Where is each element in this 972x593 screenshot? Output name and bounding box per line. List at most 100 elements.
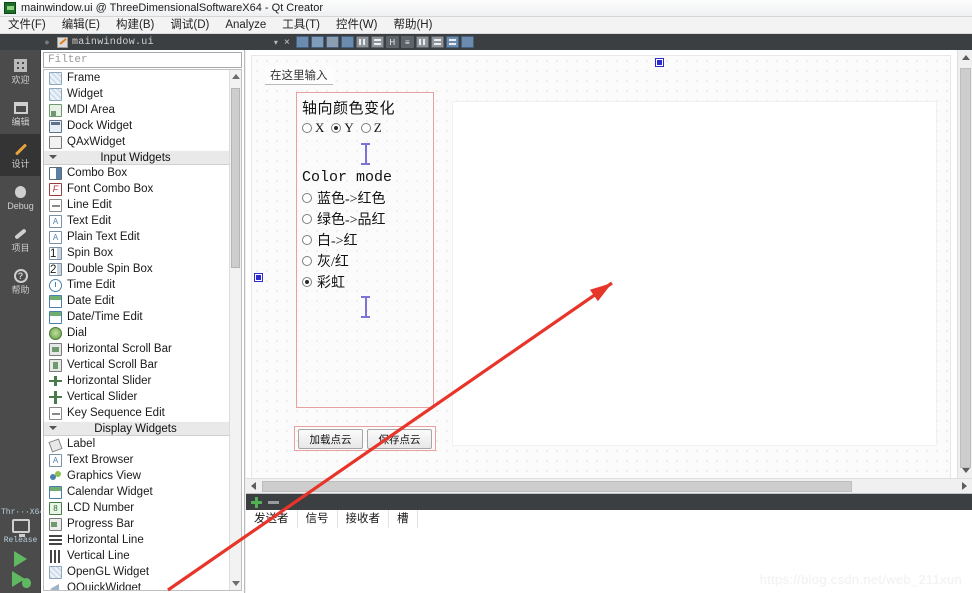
widget-item-mdi-area[interactable]: MDI Area xyxy=(44,102,241,118)
hscroll-right-arrow-icon[interactable] xyxy=(962,482,967,490)
widget-item-vertical-slider[interactable]: Vertical Slider xyxy=(44,389,241,405)
menu-build[interactable]: 构建(B) xyxy=(108,17,162,33)
mode-projects[interactable]: 项目 xyxy=(0,218,41,260)
mode-edit[interactable]: 编辑 xyxy=(0,92,41,134)
form-menubar-placeholder[interactable]: 在这里输入 xyxy=(265,66,333,85)
selection-handle-top[interactable] xyxy=(656,59,663,66)
widget-item-progress-bar[interactable]: Progress Bar xyxy=(44,516,241,532)
target-selector-icon[interactable] xyxy=(11,519,30,537)
axis-radio-y[interactable]: Y xyxy=(331,120,354,136)
menu-analyze[interactable]: Analyze xyxy=(217,17,274,33)
menu-debug[interactable]: 调试(D) xyxy=(162,17,217,33)
widget-item-text-browser[interactable]: A Text Browser xyxy=(44,452,241,468)
run-triangle-icon[interactable] xyxy=(14,551,27,567)
color-mode-radio-blue-red[interactable]: 蓝色->红色 xyxy=(302,188,386,208)
widget-filter-input[interactable]: Filter xyxy=(43,52,242,68)
column-signal[interactable]: 信号 xyxy=(298,510,338,528)
color-mode-radio-grey-red[interactable]: 灰/红 xyxy=(302,251,349,271)
mode-welcome[interactable]: 欢迎 xyxy=(0,50,41,92)
color-mode-radio-rainbow[interactable]: 彩虹 xyxy=(302,272,345,292)
file-dropdown-caret-icon[interactable]: ▾ xyxy=(274,38,284,47)
axis-radio-x[interactable]: X xyxy=(302,120,324,136)
widget-item-line-edit[interactable]: Line Edit xyxy=(44,197,241,213)
widget-item-dock-widget[interactable]: Dock Widget xyxy=(44,118,241,134)
widget-item-key-sequence-edit[interactable]: Key Sequence Edit xyxy=(44,405,241,421)
menu-widgets[interactable]: 控件(W) xyxy=(328,17,386,33)
widget-category-input-widgets[interactable]: Input Widgets xyxy=(44,150,241,165)
selection-handle-left[interactable] xyxy=(255,274,262,281)
widget-item-calendar-widget[interactable]: Calendar Widget xyxy=(44,484,241,500)
layout-splitter-v-icon[interactable]: ≡ xyxy=(400,36,414,48)
vertical-spacer-top[interactable] xyxy=(302,140,428,168)
layout-break-icon[interactable] xyxy=(415,36,429,48)
widget-item-date-time-edit[interactable]: Date/Time Edit xyxy=(44,309,241,325)
widget-item-dial[interactable]: Dial xyxy=(44,325,241,341)
widget-item-date-edit[interactable]: Date Edit xyxy=(44,293,241,309)
widget-item-lcd-number[interactable]: 8 LCD Number xyxy=(44,500,241,516)
widget-item-qaxwidget[interactable]: QAxWidget xyxy=(44,134,241,150)
menu-edit[interactable]: 编辑(E) xyxy=(54,17,108,33)
column-slot[interactable]: 槽 xyxy=(389,510,418,528)
layout-vertical-icon[interactable] xyxy=(370,36,384,48)
color-mode-radio-white-red[interactable]: 白->红 xyxy=(302,230,358,250)
menu-file[interactable]: 文件(F) xyxy=(0,17,54,33)
edit-tab-order-icon[interactable] xyxy=(340,36,354,48)
widget-item-graphics-view[interactable]: Graphics View xyxy=(44,468,241,484)
edit-buddies-icon[interactable] xyxy=(325,36,339,48)
add-connection-icon[interactable] xyxy=(251,496,262,508)
scroll-up-arrow-icon[interactable] xyxy=(232,74,240,79)
widget-item-opengl-widget[interactable]: OpenGL Widget xyxy=(44,564,241,580)
layout-form-icon[interactable] xyxy=(445,36,459,48)
pin-icon[interactable]: ● xyxy=(42,37,52,47)
widget-item-spin-box[interactable]: 1 Spin Box xyxy=(44,245,241,261)
widget-item-vertical-line[interactable]: Vertical Line xyxy=(44,548,241,564)
widget-item-widget[interactable]: Widget xyxy=(44,86,241,102)
edit-signals-slots-icon[interactable] xyxy=(310,36,324,48)
color-mode-radio-green-magenta[interactable]: 绿色->品红 xyxy=(302,209,386,229)
layout-horizontal-icon[interactable] xyxy=(355,36,369,48)
open-file-label[interactable]: mainwindow.ui xyxy=(72,37,154,48)
widget-item-horizontal-line[interactable]: Horizontal Line xyxy=(44,532,241,548)
widget-item-frame[interactable]: Frame xyxy=(44,70,241,86)
vscroll-up-arrow-icon[interactable] xyxy=(962,55,970,60)
widget-list[interactable]: Frame Widget MDI Area Dock Widget QAxWidget I… xyxy=(43,69,242,591)
form-editor[interactable]: 在这里输入 轴向颜色变化 X Y Z Color mode 蓝色->红色 绿色-… xyxy=(246,50,972,493)
widget-item-horizontal-slider[interactable]: Horizontal Slider xyxy=(44,373,241,389)
widget-item-combo-box[interactable]: Combo Box xyxy=(44,165,241,181)
form-window[interactable]: 在这里输入 轴向颜色变化 X Y Z Color mode 蓝色->红色 绿色-… xyxy=(251,55,951,487)
widget-item-font-combo-box[interactable]: F Font Combo Box xyxy=(44,181,241,197)
remove-connection-icon[interactable] xyxy=(268,500,279,504)
widget-category-display-widgets[interactable]: Display Widgets xyxy=(44,421,241,436)
layout-grid-icon[interactable] xyxy=(430,36,444,48)
form-editor-hscrollbar[interactable] xyxy=(246,478,972,493)
close-file-button[interactable]: × xyxy=(284,37,296,48)
scroll-down-arrow-icon[interactable] xyxy=(232,581,240,586)
widget-item-vertical-scroll-bar[interactable]: Vertical Scroll Bar xyxy=(44,357,241,373)
form-editor-vscrollbar[interactable] xyxy=(957,50,972,478)
widget-item-text-edit[interactable]: A Text Edit xyxy=(44,213,241,229)
form-editor-hscroll-thumb[interactable] xyxy=(262,481,852,492)
mode-help[interactable]: ? 帮助 xyxy=(0,260,41,302)
axis-color-panel[interactable]: 轴向颜色变化 X Y Z Color mode 蓝色->红色 绿色->品红 白-… xyxy=(296,92,434,408)
widget-item-qquickwidget[interactable]: QQuickWidget xyxy=(44,580,241,590)
qvtk-render-view[interactable] xyxy=(452,101,937,446)
adjust-size-icon[interactable] xyxy=(460,36,474,48)
save-point-cloud-button[interactable]: 保存点云 xyxy=(367,429,432,449)
load-point-cloud-button[interactable]: 加载点云 xyxy=(298,429,363,449)
column-receiver[interactable]: 接收者 xyxy=(338,510,389,528)
widget-list-scrollbar[interactable] xyxy=(229,70,241,590)
vertical-spacer-bottom[interactable] xyxy=(302,293,428,321)
mode-debug[interactable]: Debug xyxy=(0,176,41,218)
widget-item-horizontal-scroll-bar[interactable]: Horizontal Scroll Bar xyxy=(44,341,241,357)
mode-design[interactable]: 设计 xyxy=(0,134,41,176)
kit-selector[interactable]: Thr···X64 Release xyxy=(0,508,41,593)
widget-item-plain-text-edit[interactable]: A Plain Text Edit xyxy=(44,229,241,245)
layout-splitter-h-icon[interactable]: H xyxy=(385,36,399,48)
menu-help[interactable]: 帮助(H) xyxy=(385,17,440,33)
menu-tools[interactable]: 工具(T) xyxy=(274,17,328,33)
widget-item-double-spin-box[interactable]: 2 Double Spin Box xyxy=(44,261,241,277)
vscroll-down-arrow-icon[interactable] xyxy=(962,468,970,473)
widget-list-scroll-thumb[interactable] xyxy=(231,88,240,268)
widget-item-time-edit[interactable]: Time Edit xyxy=(44,277,241,293)
edit-widgets-icon[interactable] xyxy=(295,36,309,48)
